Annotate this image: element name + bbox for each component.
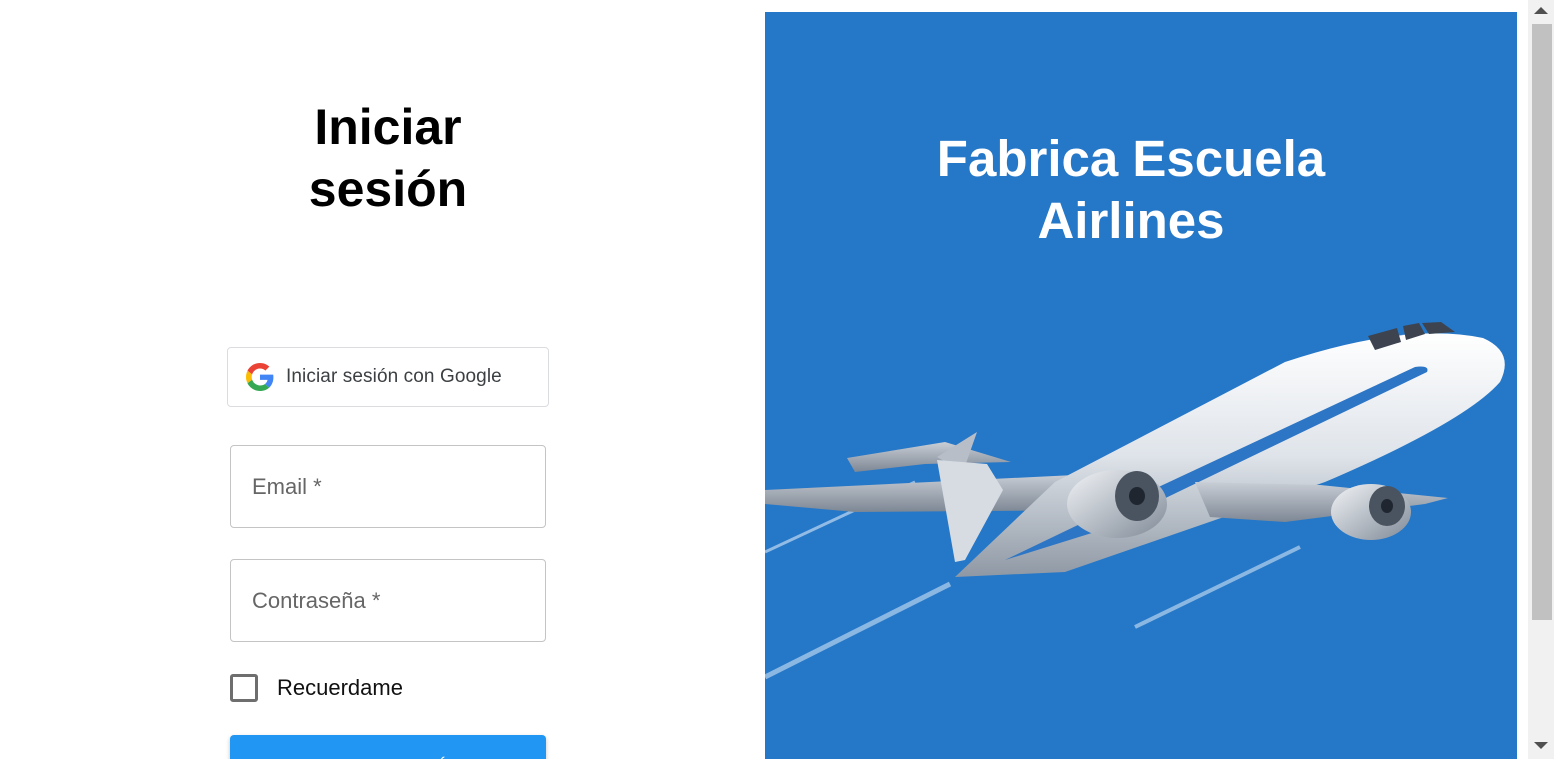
hero-title-line2: Airlines	[1037, 192, 1225, 249]
hero-title-line1: Fabrica Escuela	[936, 130, 1326, 187]
airplane-illustration	[765, 322, 1505, 680]
google-g-icon	[246, 363, 274, 391]
login-page: Iniciar sesión Iniciar sesión con Google…	[0, 0, 1554, 759]
remember-me-checkbox[interactable]	[230, 674, 258, 702]
email-input[interactable]	[231, 446, 545, 527]
chevron-down-icon[interactable]	[1534, 742, 1548, 749]
google-signin-label: Iniciar sesión con Google	[286, 366, 502, 387]
page-title-line2: sesión	[308, 161, 468, 217]
password-input[interactable]	[231, 560, 545, 641]
submit-login-button[interactable]: INICIAR SESIÓN	[230, 735, 546, 759]
hero-title: Fabrica Escuela Airlines	[855, 128, 1407, 252]
email-field[interactable]: Email *	[230, 445, 546, 528]
chevron-up-icon[interactable]	[1534, 7, 1548, 14]
password-field[interactable]: Contraseña *	[230, 559, 546, 642]
google-signin-button[interactable]: Iniciar sesión con Google	[227, 347, 549, 407]
page-scrollbar[interactable]	[1528, 0, 1554, 759]
remember-me-row[interactable]: Recuerdame	[230, 674, 403, 702]
page-title-line1: Iniciar	[314, 99, 462, 155]
remember-me-label: Recuerdame	[277, 675, 403, 700]
page-title: Iniciar sesión	[248, 96, 528, 220]
hero-panel: Fabrica Escuela Airlines	[765, 12, 1517, 759]
scrollbar-thumb[interactable]	[1532, 24, 1552, 620]
